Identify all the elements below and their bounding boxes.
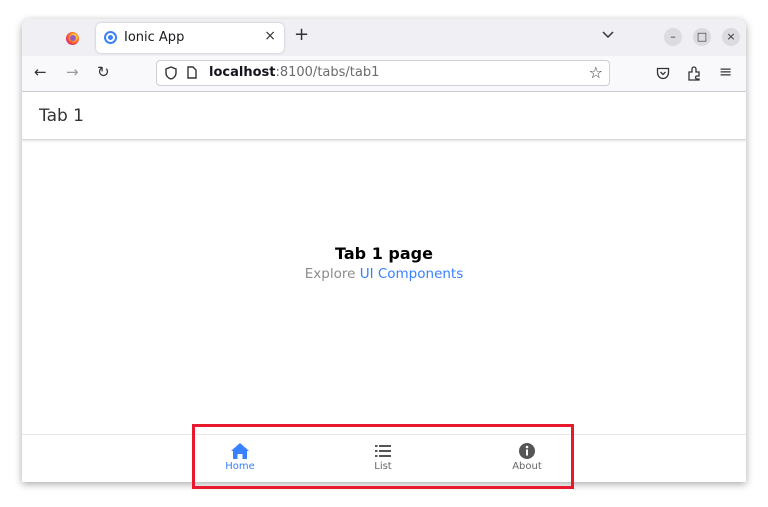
extensions-icon[interactable] [687,66,701,82]
title-bar: Ionic App × + – □ × [22,19,746,57]
firefox-logo-icon[interactable] [66,32,79,45]
ionic-favicon-icon [104,31,117,44]
menu-icon[interactable]: ≡ [719,62,732,81]
minimize-button[interactable]: – [664,28,682,46]
browser-window: Ionic App × + – □ × ← → ↻ localhost:8100… [22,19,746,482]
new-tab-button[interactable]: + [294,26,309,44]
shield-icon[interactable] [165,66,177,80]
url-bar[interactable]: localhost:8100/tabs/tab1 ☆ [156,60,610,86]
app-header: Tab 1 [22,92,746,140]
page-title: Tab 1 [39,106,84,126]
back-button[interactable]: ← [34,64,47,80]
ui-components-link[interactable]: UI Components [360,266,464,282]
tab-bar-highlight-box [192,424,574,489]
url-text[interactable]: localhost:8100/tabs/tab1 [209,65,379,80]
pocket-icon[interactable] [656,67,670,80]
maximize-button[interactable]: □ [693,28,711,46]
tab-title: Ionic App [124,30,185,45]
page-icon[interactable] [187,66,197,79]
content-container: Tab 1 page Explore UI Components [22,244,746,284]
close-tab-button[interactable]: × [264,28,276,44]
reload-button[interactable]: ↻ [97,64,110,80]
close-window-button[interactable]: × [722,28,740,46]
tab-list-chevron-icon[interactable] [602,28,614,42]
content-subtitle: Explore UI Components [304,266,464,282]
bookmark-star-icon[interactable]: ☆ [589,63,603,82]
content-title: Tab 1 page [335,244,433,263]
browser-tab[interactable]: Ionic App × [96,23,284,53]
nav-toolbar: ← → ↻ localhost:8100/tabs/tab1 ☆ ≡ [22,56,746,92]
forward-button[interactable]: → [66,64,79,80]
